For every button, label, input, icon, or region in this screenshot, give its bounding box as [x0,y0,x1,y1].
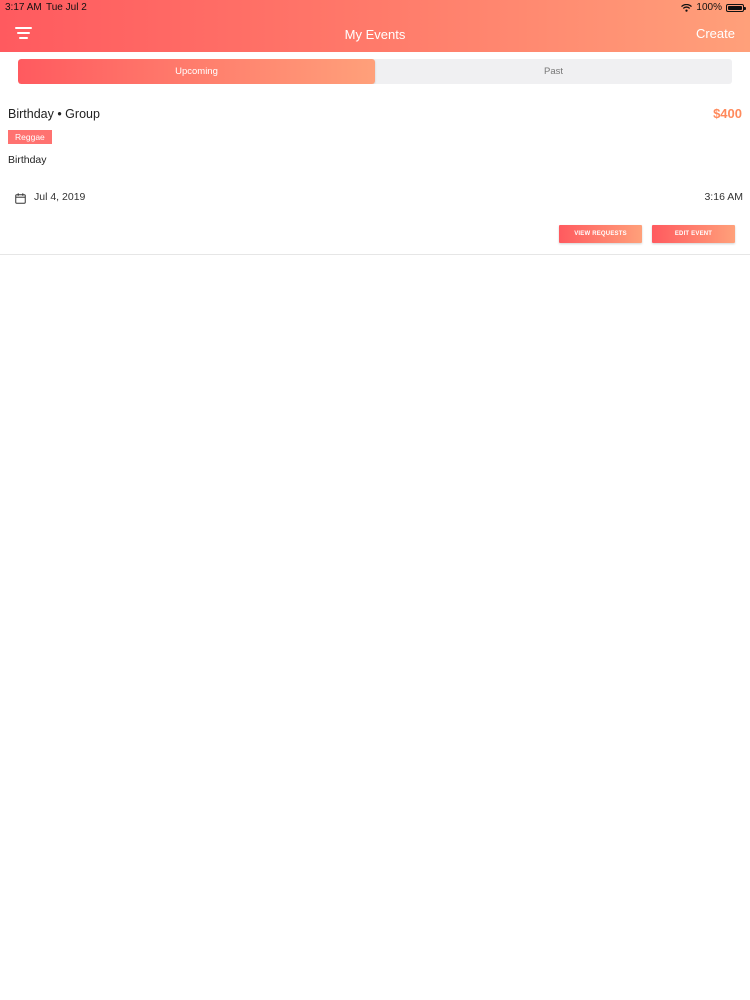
event-title: Birthday • Group [8,107,100,121]
status-bar: 3:17 AM Tue Jul 2 100% [0,0,750,16]
status-time: 3:17 AM [5,2,42,13]
event-tabs: Upcoming Past [18,59,732,84]
create-button[interactable]: Create [696,26,735,41]
event-card[interactable]: Birthday • Group $400 Reggae Birthday Ju… [0,95,750,255]
battery-icon [726,3,746,12]
tab-past[interactable]: Past [375,59,732,84]
wifi-icon [681,3,693,12]
edit-event-button[interactable]: EDIT EVENT [652,225,735,243]
status-indicators: 100% [681,2,746,13]
genre-badge: Reggae [8,130,52,144]
page-title: My Events [344,27,406,42]
app-header: 3:17 AM Tue Jul 2 100% My Events Create [0,0,750,52]
calendar-icon [15,191,26,204]
view-requests-button[interactable]: VIEW REQUESTS [559,225,642,243]
event-description: Birthday [8,154,47,166]
status-date: Tue Jul 2 [46,2,87,13]
event-price: $400 [713,106,742,121]
tab-upcoming[interactable]: Upcoming [18,59,375,84]
event-date: Jul 4, 2019 [34,191,86,203]
event-time: 3:16 AM [704,191,743,203]
battery-percent: 100% [696,2,722,13]
